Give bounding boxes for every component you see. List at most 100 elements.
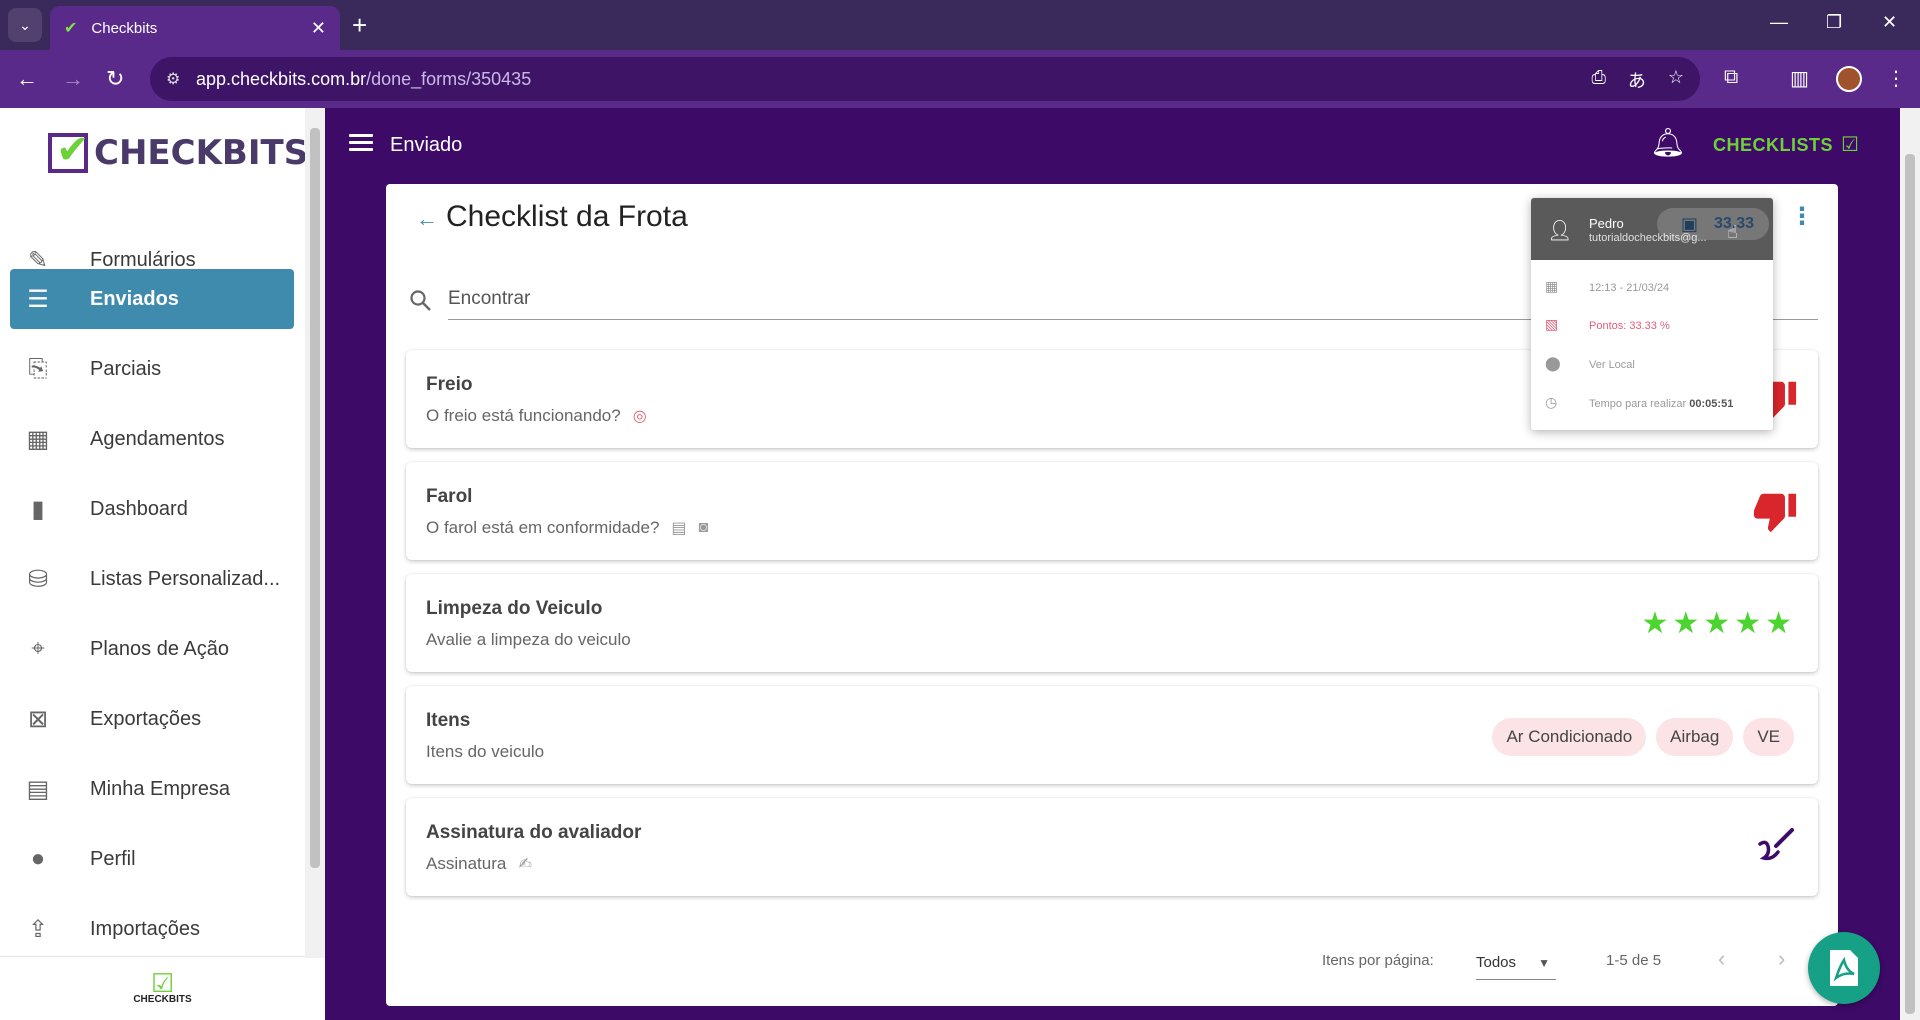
new-tab-plus-icon[interactable]: + bbox=[352, 10, 367, 40]
bookmark-star-icon[interactable]: ☆ bbox=[1668, 67, 1684, 93]
sidebar-item-agendamentos[interactable]: ▦ Agendamentos bbox=[10, 409, 294, 469]
item-title: Limpeza do Veiculo bbox=[426, 598, 603, 619]
calendar-icon: ▦ bbox=[1545, 278, 1559, 294]
camera-icon[interactable]: ◙ bbox=[699, 519, 709, 537]
checklists-button[interactable]: CHECKLISTS ☑ bbox=[1713, 132, 1859, 157]
site-settings-icon[interactable]: ⚙ bbox=[166, 69, 180, 89]
item-subtitle: O farol está em conformidade? ▤ ◙ bbox=[426, 518, 708, 538]
previous-page-icon[interactable]: ‹ bbox=[1718, 946, 1725, 972]
pagination: Itens por página: Todos ▼ 1-5 de 5 ‹ › bbox=[386, 940, 1838, 980]
checklist-item-farol[interactable]: Farol O farol está em conformidade? ▤ ◙ bbox=[406, 462, 1818, 560]
item-subtitle-text: Itens do veiculo bbox=[426, 742, 545, 761]
address-bar[interactable]: ⚙ app.checkbits.com.br/done_forms/350435… bbox=[150, 57, 1700, 101]
score-file-icon: ▧ bbox=[1545, 316, 1559, 332]
sidebar-scroll-thumb[interactable] bbox=[310, 128, 320, 868]
reload-icon[interactable]: ↻ bbox=[106, 66, 124, 92]
star-icon: ★ bbox=[1703, 607, 1735, 640]
browser-menu-icon[interactable]: ⋮ bbox=[1886, 66, 1906, 91]
url-host: app.checkbits.com.br bbox=[196, 68, 367, 89]
main-scrollbar[interactable] bbox=[1900, 108, 1920, 1020]
forward-icon[interactable]: → bbox=[62, 66, 84, 92]
checklist-item-limpeza[interactable]: Limpeza do Veiculo Avalie a limpeza do v… bbox=[406, 574, 1818, 672]
page-range: 1-5 de 5 bbox=[1606, 952, 1662, 969]
popover-location-row[interactable]: ⬤ Ver Local bbox=[1531, 355, 1773, 375]
checklist-item-itens[interactable]: Itens Itens do veiculo Ar Condicionado A… bbox=[406, 686, 1818, 784]
pdf-export-button[interactable] bbox=[1808, 932, 1880, 1004]
item-subtitle: Itens do veiculo bbox=[426, 742, 544, 762]
submission-datetime: 12:13 - 21/03/24 bbox=[1589, 282, 1670, 294]
sidebar-scrollbar[interactable] bbox=[305, 108, 325, 958]
chip: Ar Condicionado bbox=[1492, 718, 1647, 756]
location-target-icon[interactable]: ◎ bbox=[633, 406, 647, 426]
install-app-icon[interactable]: ⎙ bbox=[1591, 67, 1605, 93]
minimize-icon[interactable]: — bbox=[1770, 12, 1788, 33]
extensions-icon[interactable]: ⧉ bbox=[1724, 66, 1738, 89]
sidebar-item-listas[interactable]: ⛁ Listas Personalizad... bbox=[10, 549, 294, 609]
stopwatch-icon: ◷ bbox=[1545, 394, 1558, 410]
page-title: Enviado bbox=[390, 134, 463, 156]
footer-logo-check-icon: ☑ bbox=[150, 968, 175, 998]
browser-tab[interactable]: ✔ Checkbits ✕ bbox=[50, 6, 340, 50]
checkbox-checked-icon: ☑ bbox=[1841, 134, 1860, 156]
sidebar-item-label: Importações bbox=[90, 917, 201, 940]
profile-avatar[interactable] bbox=[1836, 66, 1862, 92]
checklist-item-assinatura[interactable]: Assinatura do avaliador Assinatura ✍ bbox=[406, 798, 1818, 896]
item-title: Itens bbox=[426, 710, 471, 731]
excel-file-icon: ⊠ bbox=[27, 706, 49, 733]
notification-bell-icon[interactable]: 🔔︎ bbox=[1650, 126, 1686, 159]
points-value: 33.33 % bbox=[1629, 320, 1670, 332]
item-subtitle-text: O freio está funcionando? bbox=[426, 406, 621, 425]
checkbits-favicon-icon: ✔ bbox=[64, 20, 78, 37]
sidebar-item-label: Planos de Ação bbox=[90, 637, 229, 660]
logo-check-icon: ✔ bbox=[56, 128, 90, 172]
sidebar-item-enviados[interactable]: ☰ Enviados bbox=[10, 269, 294, 329]
view-location-link[interactable]: Ver Local bbox=[1589, 359, 1635, 371]
translate-icon[interactable]: あ bbox=[1628, 67, 1646, 93]
time-label: Tempo para realizar bbox=[1589, 398, 1687, 410]
search-icon bbox=[410, 290, 431, 311]
sidebar-item-planos-de-acao[interactable]: ⌖ Planos de Ação bbox=[10, 619, 294, 679]
sidebar-item-label: Listas Personalizad... bbox=[90, 567, 281, 590]
sidebar-item-perfil[interactable]: ● Perfil bbox=[10, 829, 294, 889]
item-subtitle: Avalie a limpeza do veiculo bbox=[426, 630, 631, 650]
pdf-icon bbox=[1830, 950, 1858, 986]
item-chips: Ar Condicionado Airbag VE bbox=[1492, 718, 1794, 756]
form-title: Checklist da Frota bbox=[446, 200, 688, 233]
comment-icon[interactable]: ▤ bbox=[671, 518, 686, 538]
database-icon: ⛁ bbox=[27, 566, 49, 593]
sidebar-item-exportacoes[interactable]: ⊠ Exportações bbox=[10, 689, 294, 749]
window-close-icon[interactable]: ✕ bbox=[1882, 12, 1897, 33]
hamburger-menu-icon[interactable] bbox=[349, 134, 373, 152]
points-label: Pontos: bbox=[1589, 320, 1627, 332]
footer-logo-text: CHECKBITS bbox=[133, 994, 192, 1005]
sidebar-item-dashboard[interactable]: ▮ Dashboard bbox=[10, 479, 294, 539]
pointer-cursor-icon: ☝ bbox=[1727, 222, 1738, 242]
time-value: 00:05:51 bbox=[1689, 398, 1734, 410]
sidebar-item-parciais[interactable]: ⎘ Parciais bbox=[10, 339, 294, 399]
side-panel-icon[interactable]: ▥ bbox=[1790, 66, 1809, 91]
checkbits-logo[interactable]: ✔ CHECKBITS bbox=[48, 128, 308, 173]
submission-info-popover: 👤︎ Pedro tutorialdocheckbits@g... ▣ 33.3… bbox=[1531, 198, 1773, 430]
signature-icon[interactable] bbox=[1756, 826, 1796, 864]
items-per-page-select[interactable]: Todos ▼ bbox=[1476, 946, 1556, 980]
main-scroll-thumb[interactable] bbox=[1905, 154, 1915, 1014]
tab-close-icon[interactable]: ✕ bbox=[311, 18, 326, 39]
sidebar-item-label: Perfil bbox=[90, 847, 136, 870]
sidebar-item-label: Parciais bbox=[90, 357, 162, 380]
browser-toolbar: ← → ↻ ⚙ app.checkbits.com.br/done_forms/… bbox=[0, 50, 1920, 108]
item-subtitle-text: O farol está em conformidade? bbox=[426, 518, 660, 537]
sidebar-item-importacoes[interactable]: ⇪ Importações bbox=[10, 899, 294, 959]
tab-search-chevron-icon[interactable]: ⌄ bbox=[8, 8, 42, 42]
restore-icon[interactable]: ❐ bbox=[1826, 12, 1842, 33]
partial-docs-icon: ⎘ bbox=[28, 355, 48, 382]
signature-small-icon: ✍ bbox=[518, 856, 532, 873]
back-arrow-icon[interactable]: ← bbox=[416, 206, 438, 232]
sidebar-item-minha-empresa[interactable]: ▤ Minha Empresa bbox=[10, 759, 294, 819]
score-badge[interactable]: ▣ 33.33 bbox=[1657, 208, 1769, 240]
checklists-label: CHECKLISTS bbox=[1713, 135, 1834, 155]
more-options-icon[interactable]: ⋮ bbox=[1790, 202, 1814, 231]
back-icon[interactable]: ← bbox=[16, 66, 38, 92]
items-per-page-value: Todos bbox=[1476, 954, 1517, 971]
next-page-icon[interactable]: › bbox=[1778, 946, 1785, 972]
points-text: Pontos: 33.33 % bbox=[1589, 320, 1670, 332]
